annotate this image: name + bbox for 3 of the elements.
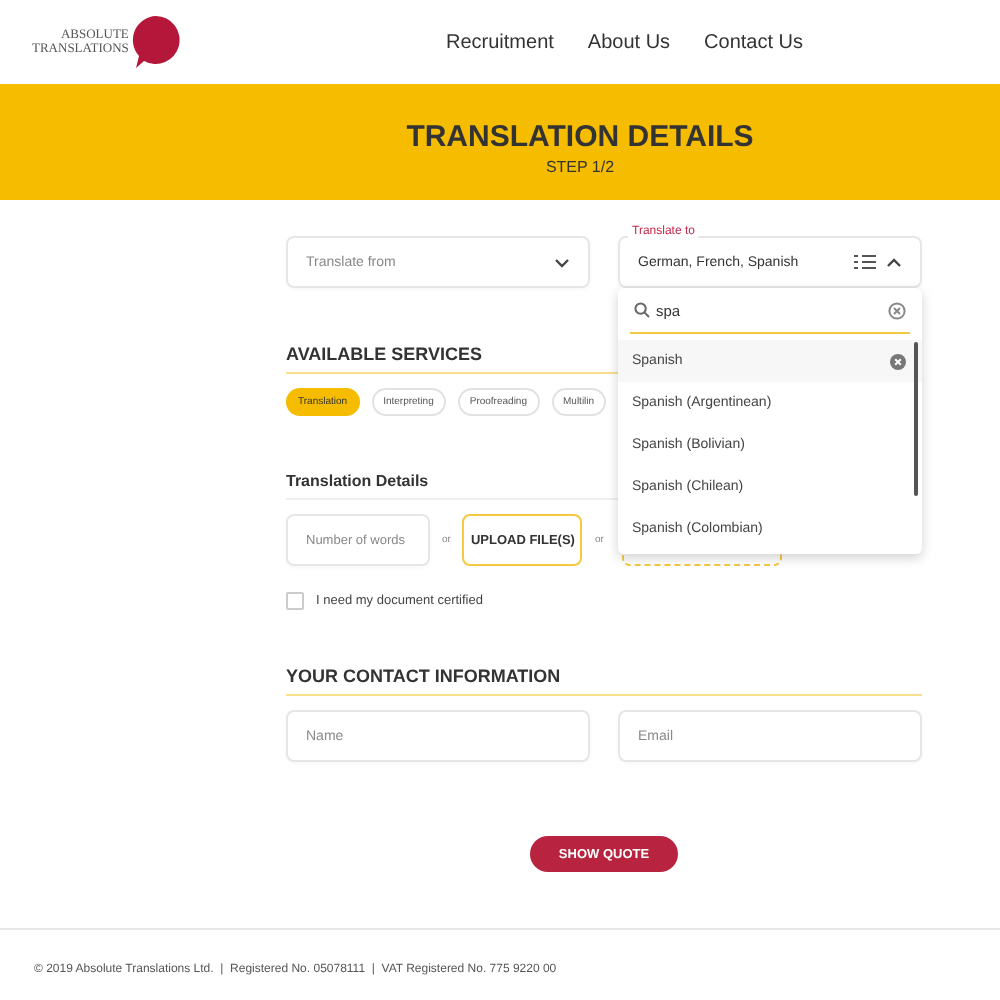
page-title: TRANSLATION DETAILS (406, 120, 754, 154)
step-indicator: STEP 1/2 (545, 158, 615, 176)
section-heading: YOUR CONTACT INFORMATION (286, 666, 922, 696)
